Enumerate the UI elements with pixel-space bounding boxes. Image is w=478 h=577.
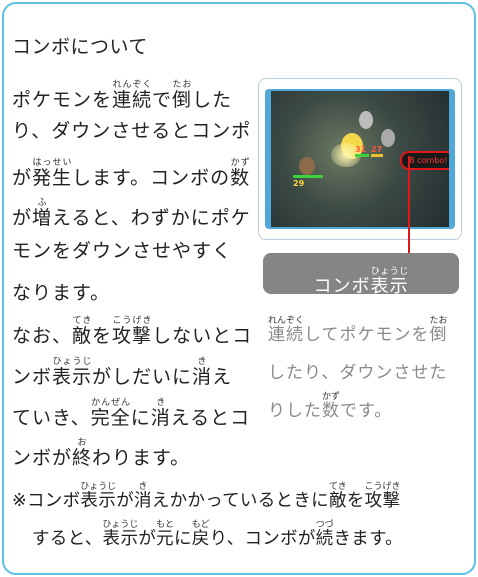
side-caption-line-2: したり、ダウンさせた xyxy=(268,363,448,383)
combo-display-label-text: コンボ表示ひょうじ xyxy=(313,267,409,297)
game-screenshot: 31 27 29 8 combo! xyxy=(258,78,462,240)
body-line-7: なお、敵てきを攻撃こうげきしないとコ xyxy=(12,316,253,347)
game-screen: 31 27 29 8 combo! xyxy=(271,91,449,227)
note-line-1: ※コンボ表示ひょうじが消きえかかっているときに敵てきを攻撃こうげき xyxy=(12,482,401,511)
note-line-2: すると、表示ひょうじが元もとに戻もどり、コンボが続つづきます。 xyxy=(32,520,403,549)
hp-bar xyxy=(293,175,323,178)
combo-display-label: コンボ表示ひょうじ xyxy=(263,253,459,297)
body-line-6: なります。 xyxy=(12,282,111,304)
body-line-9: ていき、完全かんぜんに消きえるとコ xyxy=(12,398,251,429)
callout-line xyxy=(408,156,410,254)
ally-sprite xyxy=(299,157,315,175)
body-line-5: モンをダウンさせやすく xyxy=(12,240,233,262)
body-line-10: ンボが終おわります。 xyxy=(12,438,191,469)
body-line-2: り、ダウンさせるとコンポ xyxy=(12,120,252,142)
body-line-3: が発生はっせいします。コンボの数かず xyxy=(12,158,251,189)
hp-number: 29 xyxy=(293,179,305,188)
hp-number: 31 xyxy=(355,145,367,154)
hp-number: 27 xyxy=(371,145,383,154)
section-heading: コンボについて xyxy=(12,36,148,58)
side-caption-line-1: 連続れんぞくしてポケモンを倒たお xyxy=(268,316,448,345)
body-line-4: が増ふえると、わずかにポケ xyxy=(12,198,251,229)
enemy-sprite xyxy=(359,111,373,129)
body-line-8: ンボ表示ひょうじがしだいに消きえ xyxy=(12,357,233,388)
screen-bezel: 31 27 29 8 combo! xyxy=(265,89,455,229)
hp-bar xyxy=(355,154,369,157)
hp-bar xyxy=(371,154,383,157)
enemy-sprite xyxy=(381,129,395,147)
body-line-1: ポケモンを連続れんぞくで倒たおした xyxy=(12,80,233,111)
side-caption-line-3: りした数かずです。 xyxy=(268,392,393,421)
